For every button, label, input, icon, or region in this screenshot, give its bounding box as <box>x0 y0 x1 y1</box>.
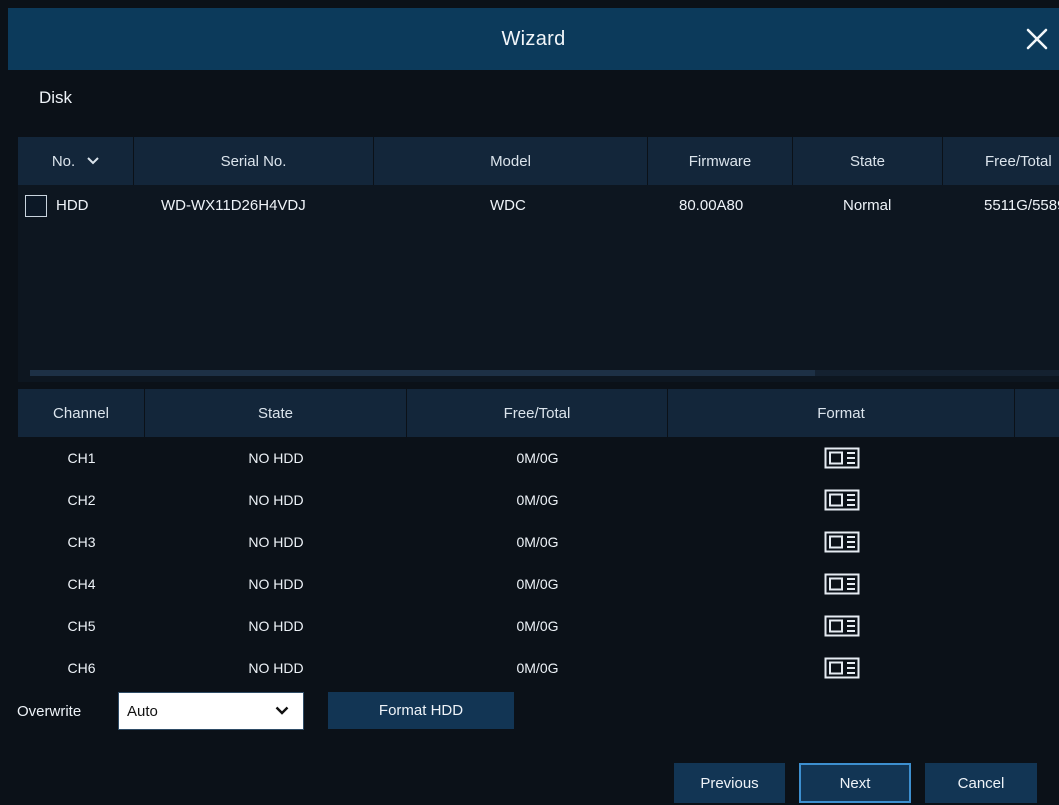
table-row: CH4 NO HDD 0M/0G <box>18 563 1059 605</box>
format-cell <box>668 647 1015 683</box>
column-format: Format <box>668 389 1015 437</box>
chevron-down-icon <box>275 706 289 715</box>
column-serial: Serial No. <box>134 137 374 185</box>
channel-name: CH6 <box>67 660 96 676</box>
channel-table-header: Channel State Free/Total Format <box>18 389 1059 437</box>
table-row: CH5 NO HDD 0M/0G <box>18 605 1059 647</box>
previous-button[interactable]: Previous <box>674 763 785 803</box>
format-cell <box>668 605 1015 647</box>
format-cell <box>668 521 1015 563</box>
format-icon[interactable] <box>824 657 860 679</box>
column-free-total: Free/Total <box>943 137 1059 185</box>
channel-state: NO HDD <box>248 660 304 676</box>
table-row: CH2 NO HDD 0M/0G <box>18 479 1059 521</box>
table-row: CH6 NO HDD 0M/0G <box>18 647 1059 683</box>
disk-table-header: No. Serial No. Model Firmware State Free… <box>18 137 1059 185</box>
channel-state: NO HDD <box>248 534 304 550</box>
disk-model: WDC <box>490 197 526 214</box>
column-channel-state: State <box>145 389 407 437</box>
disk-state: Normal <box>843 197 892 214</box>
format-icon[interactable] <box>824 615 860 637</box>
close-button[interactable] <box>1017 19 1057 59</box>
channel-name: CH1 <box>67 450 96 466</box>
title-bar: Wizard <box>8 8 1059 70</box>
next-button[interactable]: Next <box>799 763 911 803</box>
chevron-down-icon <box>87 157 99 165</box>
channel-state: NO HDD <box>248 492 304 508</box>
format-icon[interactable] <box>824 531 860 553</box>
wizard-window: Wizard Disk No. Serial No. Model Firmwar… <box>0 0 1059 805</box>
format-cell <box>668 437 1015 479</box>
horizontal-scrollbar[interactable] <box>30 370 1059 376</box>
channel-state: NO HDD <box>248 450 304 466</box>
format-icon[interactable] <box>824 573 860 595</box>
table-row: CH1 NO HDD 0M/0G <box>18 437 1059 479</box>
column-extra <box>1015 389 1059 437</box>
table-row: CH3 NO HDD 0M/0G <box>18 521 1059 563</box>
channel-state: NO HDD <box>248 618 304 634</box>
channel-name: CH3 <box>67 534 96 550</box>
column-state: State <box>793 137 943 185</box>
channel-free-total: 0M/0G <box>516 450 559 466</box>
channel-name: CH4 <box>67 576 96 592</box>
disk-free-total: 5511G/5589G <box>984 197 1059 214</box>
format-icon[interactable] <box>824 447 860 469</box>
disk-select-checkbox[interactable] <box>25 195 47 217</box>
column-channel: Channel <box>18 389 145 437</box>
channel-free-total: 0M/0G <box>516 534 559 550</box>
column-firmware: Firmware <box>648 137 793 185</box>
channel-state: NO HDD <box>248 576 304 592</box>
channel-free-total: 0M/0G <box>516 492 559 508</box>
channel-free-total: 0M/0G <box>516 660 559 676</box>
format-cell <box>668 479 1015 521</box>
channel-name: CH5 <box>67 618 96 634</box>
overwrite-value: Auto <box>127 703 158 720</box>
disk-table: No. Serial No. Model Firmware State Free… <box>18 137 1059 382</box>
channel-free-total: 0M/0G <box>516 618 559 634</box>
format-hdd-button[interactable]: Format HDD <box>328 692 514 729</box>
disk-no: HDD <box>56 197 89 214</box>
channel-free-total: 0M/0G <box>516 576 559 592</box>
disk-firmware: 80.00A80 <box>679 197 744 214</box>
column-model: Model <box>374 137 648 185</box>
channel-table: Channel State Free/Total Format CH1 NO HD… <box>18 389 1059 683</box>
overwrite-select[interactable]: Auto <box>118 692 304 730</box>
overwrite-label: Overwrite <box>17 703 82 720</box>
close-icon <box>1026 28 1048 50</box>
format-icon[interactable] <box>824 489 860 511</box>
channel-name: CH2 <box>67 492 96 508</box>
scrollbar-thumb[interactable] <box>30 370 815 376</box>
format-cell <box>668 563 1015 605</box>
section-title: Disk <box>39 88 73 107</box>
disk-serial: WD-WX11D26H4VDJ <box>161 197 306 214</box>
column-no[interactable]: No. <box>18 137 134 185</box>
cancel-button[interactable]: Cancel <box>925 763 1037 803</box>
column-no-label: No. <box>51 152 76 170</box>
column-channel-free-total: Free/Total <box>407 389 668 437</box>
window-title: Wizard <box>501 27 566 50</box>
